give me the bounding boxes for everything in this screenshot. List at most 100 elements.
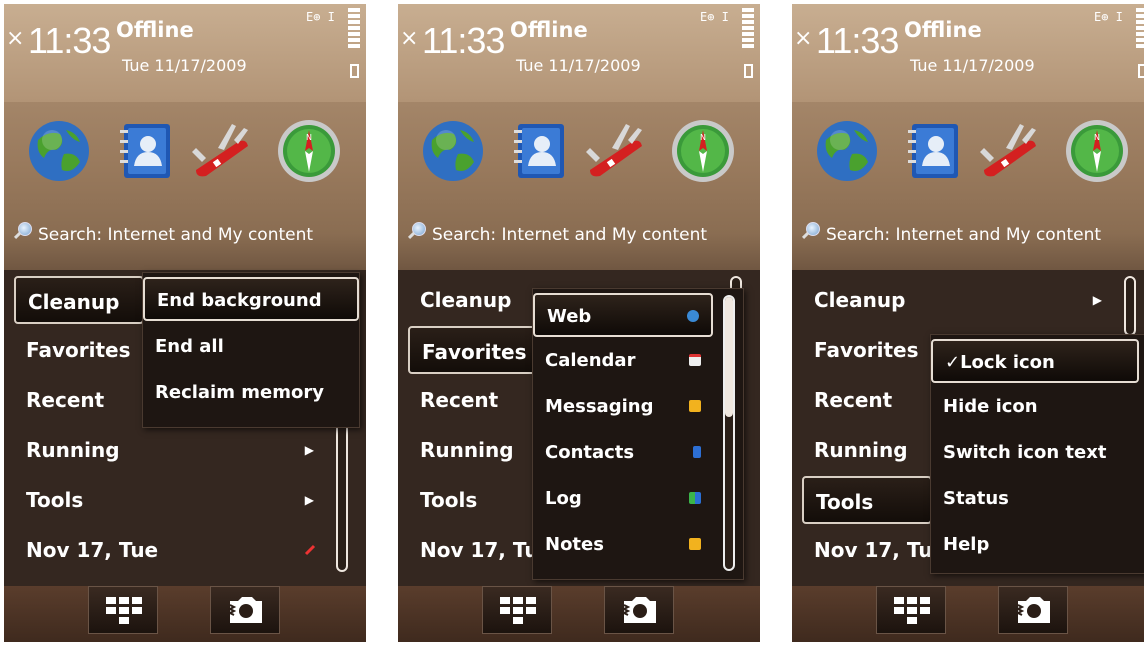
indicator-icons: E⊕ 𝙸: [700, 10, 729, 24]
date-label: Tue 11/17/2009: [122, 56, 247, 75]
search-icon: [406, 222, 428, 242]
submenu-item-lock-icon[interactable]: ✓Lock icon: [931, 339, 1139, 383]
menu-button[interactable]: [88, 586, 158, 634]
clock: 11:33: [28, 20, 111, 61]
submenu-item-hide-icon[interactable]: Hide icon: [931, 385, 1144, 429]
svg-text:N: N: [700, 133, 706, 142]
scrollbar[interactable]: [336, 422, 348, 572]
status-bar: × 11:33 Offline Tue 11/17/2009 E⊕ 𝙸: [4, 4, 366, 102]
menu-item-tools[interactable]: Tools ▶: [14, 476, 314, 524]
submenu-scrollbar[interactable]: [723, 295, 735, 571]
search-icon: [800, 222, 822, 242]
contacts-icon[interactable]: [508, 118, 574, 184]
swiss-knife-icon[interactable]: [582, 118, 648, 184]
menu-grid-icon: [894, 597, 930, 624]
swiss-knife-icon[interactable]: [188, 118, 254, 184]
bottom-toolbar: [792, 586, 1144, 642]
date-label: Tue 11/17/2009: [516, 56, 641, 75]
search-label: Search: Internet and My content: [38, 225, 314, 245]
envelope-icon: [689, 400, 701, 412]
submenu-popup: End background End all Reclaim memory: [142, 272, 360, 428]
submenu-item-messaging[interactable]: Messaging: [533, 385, 713, 429]
profile-label[interactable]: Offline: [510, 18, 588, 42]
camera-button[interactable]: [210, 586, 280, 634]
submenu-item-end-background[interactable]: End background: [143, 277, 359, 321]
main-menu: Cleanup Favorites Recent Running Tools N…: [398, 270, 760, 586]
globe-icon[interactable]: [26, 118, 92, 184]
submenu-item-contacts[interactable]: Contacts: [533, 431, 713, 475]
menu-item-date[interactable]: Nov 17, Tue: [14, 526, 316, 574]
menu-item-cleanup[interactable]: Cleanup ▶: [802, 276, 1102, 324]
globe-icon[interactable]: [814, 118, 880, 184]
submenu-item-end-all[interactable]: End all: [143, 325, 359, 369]
submenu-item-calendar[interactable]: Calendar: [533, 339, 713, 383]
close-icon[interactable]: ×: [794, 26, 812, 51]
compass-icon[interactable]: N: [276, 118, 342, 184]
search-label: Search: Internet and My content: [826, 225, 1102, 245]
phone-screen-favorites: × 11:33 Offline Tue 11/17/2009 E⊕ 𝙸 N Se…: [398, 4, 760, 642]
phone-screen-cleanup: × 11:33 Offline Tue 11/17/2009 E⊕ 𝙸 N Se…: [4, 4, 366, 642]
camera-icon: [622, 597, 656, 623]
search-bar[interactable]: Search: Internet and My content: [406, 222, 707, 250]
signal-icon: [1136, 8, 1144, 52]
main-menu: Cleanup ▶ Favorites Recent Running Tools …: [792, 270, 1144, 586]
note-icon: [689, 538, 701, 550]
calendar-icon: [689, 354, 701, 366]
shortcut-bar: N: [398, 112, 760, 196]
battery-icon: [744, 64, 753, 78]
search-label: Search: Internet and My content: [432, 225, 708, 245]
main-menu: Cleanup Favorites Recent Running ▶ Tools ▶…: [4, 270, 366, 586]
search-icon: [12, 222, 34, 242]
battery-icon: [350, 64, 359, 78]
contacts-icon[interactable]: [114, 118, 180, 184]
menu-button[interactable]: [876, 586, 946, 634]
submenu-item-help[interactable]: Help: [931, 523, 1144, 567]
submenu-arrow-icon: ▶: [1092, 293, 1102, 307]
submenu-item-status[interactable]: Status: [931, 477, 1144, 521]
submenu-item-reclaim-memory[interactable]: Reclaim memory: [143, 371, 359, 415]
camera-icon: [1016, 597, 1050, 623]
scroll-thumb[interactable]: [725, 297, 733, 417]
menu-grid-icon: [106, 597, 142, 624]
menu-item-favorites[interactable]: Favorites: [408, 326, 538, 374]
shortcut-bar: N: [4, 112, 366, 196]
compass-icon[interactable]: N: [670, 118, 736, 184]
contacts-icon[interactable]: [902, 118, 968, 184]
submenu-item-switch-icon-text[interactable]: Switch icon text: [931, 431, 1144, 475]
search-bar[interactable]: Search: Internet and My content: [800, 222, 1101, 250]
menu-item-cleanup[interactable]: Cleanup: [14, 276, 144, 324]
calendar-icon: [304, 544, 316, 556]
close-icon[interactable]: ×: [400, 26, 418, 51]
swiss-knife-icon[interactable]: [976, 118, 1042, 184]
indicator-icons: E⊕ 𝙸: [1094, 10, 1123, 24]
globe-icon[interactable]: [420, 118, 486, 184]
status-bar: × 11:33 Offline Tue 11/17/2009 E⊕ 𝙸: [398, 4, 760, 102]
submenu-item-notes[interactable]: Notes: [533, 523, 713, 567]
search-bar[interactable]: Search: Internet and My content: [12, 222, 313, 250]
scrollbar[interactable]: [1124, 276, 1136, 336]
svg-text:N: N: [306, 133, 312, 142]
indicator-icons: E⊕ 𝙸: [306, 10, 335, 24]
shortcut-bar: N: [792, 112, 1144, 196]
compass-icon[interactable]: N: [1064, 118, 1130, 184]
camera-button[interactable]: [604, 586, 674, 634]
submenu-item-log[interactable]: Log: [533, 477, 713, 521]
profile-label[interactable]: Offline: [116, 18, 194, 42]
submenu-popup: Web Calendar Messaging Contacts Log Note…: [532, 288, 744, 580]
menu-button[interactable]: [482, 586, 552, 634]
signal-icon: [348, 8, 360, 52]
close-icon[interactable]: ×: [6, 26, 24, 51]
phone-screen-tools: × 11:33 Offline Tue 11/17/2009 E⊕ 𝙸 N Se…: [792, 4, 1144, 642]
profile-label[interactable]: Offline: [904, 18, 982, 42]
log-icon: [689, 492, 701, 504]
signal-icon: [742, 8, 754, 52]
menu-item-tools[interactable]: Tools: [802, 476, 932, 524]
camera-button[interactable]: [998, 586, 1068, 634]
svg-text:N: N: [1094, 133, 1100, 142]
submenu-item-web[interactable]: Web: [533, 293, 713, 337]
menu-item-running[interactable]: Running ▶: [14, 426, 314, 474]
contact-icon: [693, 446, 701, 458]
battery-icon: [1138, 64, 1144, 78]
camera-icon: [228, 597, 262, 623]
submenu-popup: ✓Lock icon Hide icon Switch icon text St…: [930, 334, 1144, 574]
